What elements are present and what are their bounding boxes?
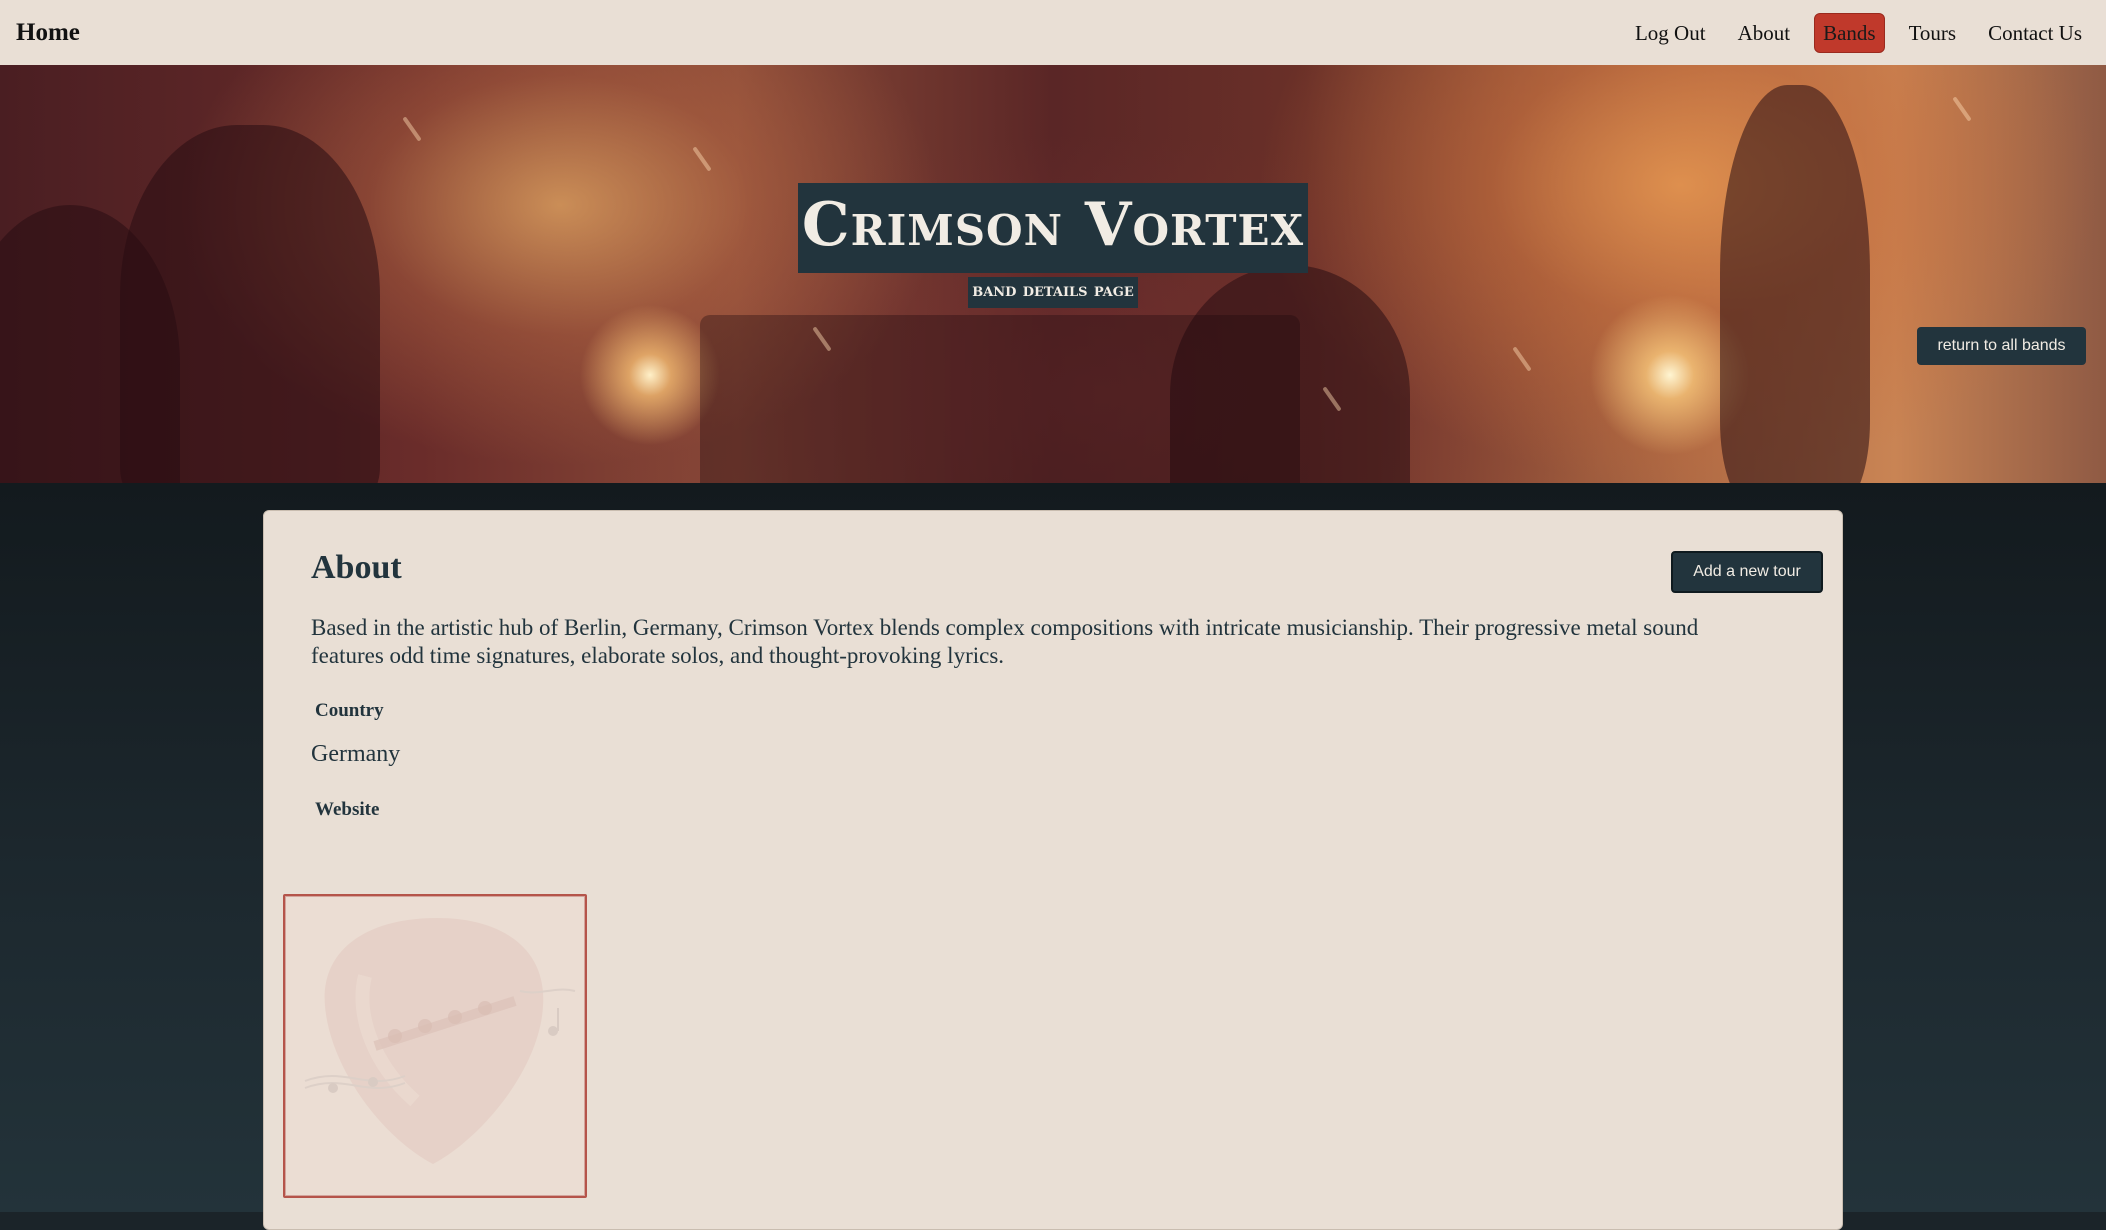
country-label: Country — [315, 700, 384, 721]
band-details-card: About Add a new tour Based in the artist… — [263, 510, 1843, 1230]
band-description: Based in the artistic hub of Berlin, Ger… — [311, 615, 1699, 668]
add-new-tour-button[interactable]: Add a new tour — [1671, 551, 1823, 593]
page-subtitle: band details page — [968, 277, 1138, 308]
about-heading: About — [311, 549, 402, 586]
nav-about-link[interactable]: About — [1730, 14, 1799, 52]
home-link[interactable]: Home — [16, 19, 80, 47]
light-streak — [692, 146, 712, 172]
light-streak — [1512, 346, 1532, 372]
band-image — [283, 894, 587, 1198]
nav-links: Log Out About Bands Tours Contact Us — [1611, 12, 2090, 53]
stage-silhouette — [700, 315, 1300, 483]
light-streak — [1952, 96, 1972, 122]
hero-title-group: Crimson Vortex band details page — [0, 183, 2106, 308]
nav-tours-link[interactable]: Tours — [1901, 14, 1965, 52]
website-label: Website — [315, 799, 380, 820]
country-value: Germany — [311, 741, 401, 767]
hero-banner: Crimson Vortex band details page return … — [0, 65, 2106, 483]
nav-logout-link[interactable]: Log Out — [1627, 14, 1714, 52]
light-streak — [402, 116, 422, 142]
nav-contact-link[interactable]: Contact Us — [1980, 14, 2090, 52]
guitar-pick-music-placeholder-icon — [304, 918, 576, 1164]
nav-bands-link[interactable]: Bands — [1814, 12, 1885, 53]
top-navbar: Home Log Out About Bands Tours Contact U… — [0, 0, 2106, 65]
return-to-all-bands-button[interactable]: return to all bands — [1917, 327, 2086, 365]
band-title: Crimson Vortex — [797, 183, 1309, 273]
